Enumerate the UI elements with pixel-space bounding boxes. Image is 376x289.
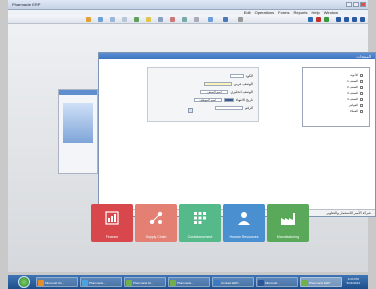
english-description-label: الوصف انجليزي xyxy=(230,89,253,94)
expiry-date-input[interactable]: اسم الموظف xyxy=(193,97,222,102)
arabic-description-label: الوصف عربي xyxy=(233,81,253,86)
taskbar-item[interactable]: Contact ERP... xyxy=(212,277,254,287)
add-record-icon[interactable] xyxy=(324,17,329,22)
taskbar-item[interactable]: Microsoft... xyxy=(256,277,298,287)
erp-icon xyxy=(214,280,220,286)
tree-item[interactable]: العملاء xyxy=(350,109,363,113)
filter-icon[interactable] xyxy=(158,17,163,22)
supply-chain-tile[interactable]: Supply Chain xyxy=(135,204,177,242)
finance-chart-icon xyxy=(105,211,119,225)
manufacturing-tile[interactable]: Manufacturing xyxy=(267,204,309,242)
category-tree: الأدوية الصنف 1 الصنف 2 الصنف 3 الصنف 4 … xyxy=(302,67,370,127)
tree-item[interactable]: الصنف 2 xyxy=(347,85,363,89)
close-button[interactable] xyxy=(360,2,366,7)
lookup-button[interactable] xyxy=(188,108,193,113)
finance-label: Finance xyxy=(105,235,119,239)
taskbar-item[interactable]: Pharmacle M... xyxy=(124,277,166,287)
save-icon[interactable] xyxy=(98,17,103,22)
tree-node-icon xyxy=(360,109,363,113)
supply-chain-icon xyxy=(149,211,163,225)
form-title: المنتجات xyxy=(356,54,371,59)
tree-item[interactable]: الفواتير xyxy=(349,103,363,107)
new-record-icon[interactable] xyxy=(308,17,313,22)
factory-icon xyxy=(281,213,295,225)
search-icon[interactable] xyxy=(146,17,151,22)
taskbar-item[interactable]: Microsoft Ou... xyxy=(36,277,78,287)
refresh-icon[interactable] xyxy=(134,17,139,22)
human-resources-tile[interactable]: Human Resources xyxy=(223,204,265,242)
print-icon[interactable] xyxy=(110,17,115,22)
copy-icon[interactable] xyxy=(122,17,127,22)
number-input[interactable] xyxy=(215,105,244,110)
system-clock[interactable]: 4:24 PM 5/14/2014 xyxy=(347,277,360,285)
last-record-icon[interactable] xyxy=(360,17,365,22)
supply-chain-label: Supply Chain xyxy=(145,235,167,239)
contabanzment-label: Contabanzment xyxy=(187,235,213,239)
help-icon[interactable] xyxy=(238,17,243,22)
main-toolbar xyxy=(8,15,368,24)
expiry-date-label: تاريخ الانتهاء xyxy=(235,97,253,102)
delete-record-icon[interactable] xyxy=(316,17,321,22)
minimize-button[interactable] xyxy=(346,2,352,7)
human-resources-label: Human Resources xyxy=(229,235,259,239)
window-thumbnail xyxy=(63,103,93,143)
settings-icon[interactable] xyxy=(194,17,199,22)
manufacturing-label: Manufacturing xyxy=(276,235,300,239)
status-company: شركة الأمير للاستثمار والتطوير xyxy=(326,211,371,215)
tree-item[interactable]: الأدوية xyxy=(350,73,363,77)
code-label: الكود xyxy=(245,73,253,78)
tree-item[interactable]: الصنف 3 xyxy=(347,91,363,95)
tree-node-icon xyxy=(360,97,363,101)
tree-node-icon xyxy=(360,103,363,107)
taskbar-item[interactable]: Pharmacle... xyxy=(168,277,210,287)
products-form-window[interactable]: المنتجات الكود الوصف عربي اسم الصنف الوص… xyxy=(98,52,376,217)
app-icon xyxy=(170,280,176,286)
folder-icon[interactable] xyxy=(86,17,91,22)
grid-apps-icon xyxy=(194,212,206,224)
english-description-input[interactable]: اسم الصنف xyxy=(200,89,229,94)
expiry-date-picker[interactable] xyxy=(223,97,234,102)
start-button[interactable] xyxy=(18,276,30,288)
fields-panel: الكود الوصف عربي اسم الصنف الوصف انجليزي… xyxy=(147,67,259,122)
chart-icon[interactable] xyxy=(182,17,187,22)
tree-node-icon xyxy=(360,79,363,83)
tree-item[interactable]: الصنف 1 xyxy=(347,79,363,83)
app-title-bar: Pharmacle ERP xyxy=(8,0,368,10)
app-icon xyxy=(126,280,132,286)
tree-node-icon xyxy=(360,85,363,89)
background-window[interactable] xyxy=(58,89,98,174)
taskbar-item-active[interactable]: Pharmacle ERP xyxy=(300,277,342,287)
info-icon[interactable] xyxy=(223,17,228,22)
finance-tile[interactable]: Finance xyxy=(91,204,133,242)
app-title: Pharmacle ERP xyxy=(12,2,41,7)
home-icon[interactable] xyxy=(208,17,213,22)
workspace: المنتجات الكود الوصف عربي اسم الصنف الوص… xyxy=(8,24,376,272)
word-icon xyxy=(258,280,264,286)
maximize-button[interactable] xyxy=(353,2,359,7)
person-icon xyxy=(238,212,250,225)
next-record-icon[interactable] xyxy=(352,17,357,22)
browser-icon xyxy=(82,280,88,286)
code-input[interactable] xyxy=(229,73,244,78)
arabic-description-input[interactable] xyxy=(203,81,232,86)
tree-node-icon xyxy=(360,73,363,77)
app-icon xyxy=(302,280,308,286)
previous-record-icon[interactable] xyxy=(344,17,349,22)
contabanzment-tile[interactable]: Contabanzment xyxy=(179,204,221,242)
taskbar-item[interactable]: Pharmacle... xyxy=(80,277,122,287)
first-record-icon[interactable] xyxy=(336,17,341,22)
delete-icon[interactable] xyxy=(170,17,175,22)
form-title-bar: المنتجات xyxy=(99,53,375,59)
number-label: الرقم xyxy=(245,105,253,110)
outlook-icon xyxy=(38,280,44,286)
tree-node-icon xyxy=(360,91,363,95)
windows-taskbar: Microsoft Ou... Pharmacle... Pharmacle M… xyxy=(8,275,368,289)
tree-item[interactable]: الصنف 4 xyxy=(347,97,363,101)
